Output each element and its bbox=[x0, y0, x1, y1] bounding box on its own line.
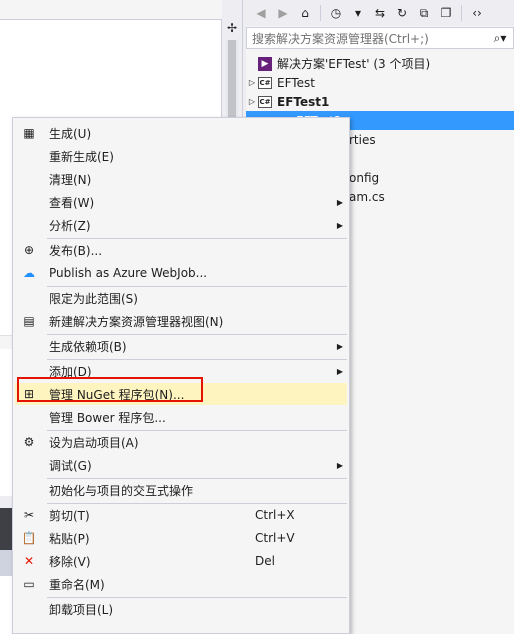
csharp-project-icon: C# bbox=[258, 95, 272, 108]
menu-item-label: 限定为此范围(S) bbox=[49, 291, 138, 306]
menu-item-label: 生成依赖项(B) bbox=[49, 339, 127, 354]
build-icon: ▦ bbox=[23, 126, 35, 140]
history-icon[interactable]: ◷ bbox=[327, 4, 345, 22]
menu-item[interactable]: ✕ 移除(V) Del bbox=[15, 550, 347, 572]
delete-x-icon: ✕ bbox=[23, 554, 35, 568]
project-context-menu: ▦ 生成(U) 重新生成(E) 清理(N) 查看(W) ▶ 分析(Z) ▶ ⊕ 发布(B)... ☁… bbox=[12, 117, 350, 634]
show-all-files-icon[interactable]: ❐ bbox=[437, 4, 455, 22]
menu-item[interactable]: ☁ Publish as Azure WebJob... bbox=[15, 262, 347, 284]
toolbar-separator bbox=[461, 5, 462, 21]
nuget-package-icon: ⊞ bbox=[23, 387, 35, 401]
menu-item-label: 发布(B)... bbox=[49, 243, 103, 258]
menu-item-label: 粘贴(P) bbox=[49, 531, 90, 546]
menu-item-label: 重新生成(E) bbox=[49, 149, 114, 164]
expand-icon[interactable]: ▷ bbox=[246, 97, 258, 106]
menu-item-shortcut: Ctrl+X bbox=[255, 508, 295, 522]
menu-item[interactable]: 分析(Z) ▶ bbox=[15, 214, 347, 236]
menu-item-label: Publish as Azure WebJob... bbox=[49, 266, 208, 280]
submenu-arrow-icon: ▶ bbox=[336, 220, 344, 230]
menu-item[interactable]: ⊞ 管理 NuGet 程序包(N)... bbox=[15, 383, 347, 405]
menu-item-label: 调试(G) bbox=[49, 458, 92, 473]
menu-item[interactable]: 重新生成(E) bbox=[15, 145, 347, 167]
submenu-arrow-icon: ▶ bbox=[336, 341, 344, 351]
submenu-arrow-icon: ▶ bbox=[336, 366, 344, 376]
publish-globe-icon: ⊕ bbox=[23, 243, 35, 257]
sync-icon[interactable]: ⇆ bbox=[371, 4, 389, 22]
forward-icon[interactable]: ▶ bbox=[274, 4, 292, 22]
new-view-icon: ▤ bbox=[23, 314, 35, 328]
menu-item-label: 清理(N) bbox=[49, 172, 92, 187]
project-node-eftest[interactable]: ▷ C# EFTest bbox=[246, 73, 514, 92]
menu-item[interactable]: ⊕ 发布(B)... bbox=[15, 239, 347, 261]
menu-item-label: 卸载项目(L) bbox=[49, 602, 114, 617]
menu-item-label: 新建解决方案资源管理器视图(N) bbox=[49, 314, 224, 329]
menu-item[interactable]: 添加(D) ▶ bbox=[15, 360, 347, 382]
editor-tab-strip bbox=[0, 0, 222, 20]
solution-label: 解决方案'EFTest' (3 个项目) bbox=[277, 57, 431, 71]
menu-item[interactable]: 生成依赖项(B) ▶ bbox=[15, 335, 347, 357]
menu-item[interactable]: 管理 Bower 程序包... bbox=[15, 406, 347, 428]
menu-item[interactable]: 限定为此范围(S) bbox=[15, 287, 347, 309]
project-label: EFTest1 bbox=[277, 94, 330, 109]
menu-item[interactable]: 查看(W) ▶ bbox=[15, 191, 347, 213]
solution-explorer-toolbar: ◀ ▶ ⌂ ◷ ▾ ⇆ ↻ ⧉ ❐ ‹› bbox=[246, 0, 514, 26]
menu-item-label: 设为启动项目(A) bbox=[49, 435, 139, 450]
split-arrows-icon[interactable]: ✢ bbox=[225, 20, 239, 36]
menu-item-label: 查看(W) bbox=[49, 195, 95, 210]
menu-item[interactable]: ✂ 剪切(T) Ctrl+X bbox=[15, 504, 347, 526]
menu-item[interactable]: 初始化与项目的交互式操作 bbox=[15, 479, 347, 501]
menu-item[interactable]: 清理(N) bbox=[15, 168, 347, 190]
menu-item-label: 管理 Bower 程序包... bbox=[49, 410, 166, 425]
csharp-project-icon: C# bbox=[258, 76, 272, 89]
menu-item[interactable]: 📋 粘贴(P) Ctrl+V bbox=[15, 527, 347, 549]
paste-icon: 📋 bbox=[21, 531, 37, 545]
toolbar-separator bbox=[320, 5, 321, 21]
code-view-icon[interactable]: ‹› bbox=[468, 4, 486, 22]
menu-item-label: 移除(V) bbox=[49, 554, 91, 569]
menu-item[interactable]: ▦ 生成(U) bbox=[15, 122, 347, 144]
back-icon[interactable]: ◀ bbox=[252, 4, 270, 22]
project-node-eftest1[interactable]: ▷ C# EFTest1 bbox=[246, 92, 514, 111]
project-label: EFTest bbox=[277, 75, 315, 90]
solution-node[interactable]: ▶ 解决方案'EFTest' (3 个项目) bbox=[246, 54, 514, 73]
submenu-arrow-icon: ▶ bbox=[336, 197, 344, 207]
search-icon[interactable]: ⌕▾ bbox=[487, 31, 513, 46]
menu-item[interactable]: ▭ 重命名(M) bbox=[15, 573, 347, 595]
menu-item-label: 管理 NuGet 程序包(N)... bbox=[49, 387, 185, 402]
search-placeholder: 搜索解决方案资源管理器(Ctrl+;) bbox=[252, 31, 429, 46]
menu-item-shortcut: Ctrl+V bbox=[255, 531, 295, 545]
scissors-icon: ✂ bbox=[23, 508, 35, 522]
menu-item-label: 添加(D) bbox=[49, 364, 92, 379]
menu-item-shortcut: Del bbox=[255, 554, 275, 568]
menu-item[interactable]: ▤ 新建解决方案资源管理器视图(N) bbox=[15, 310, 347, 332]
gear-icon: ⚙ bbox=[23, 435, 35, 449]
submenu-arrow-icon: ▶ bbox=[336, 460, 344, 470]
menu-item-label: 剪切(T) bbox=[49, 508, 90, 523]
home-icon[interactable]: ⌂ bbox=[296, 4, 314, 22]
menu-item[interactable]: 卸载项目(L) bbox=[15, 598, 347, 620]
solution-search-box[interactable]: 搜索解决方案资源管理器(Ctrl+;) ⌕▾ bbox=[246, 27, 514, 49]
menu-item-label: 初始化与项目的交互式操作 bbox=[49, 483, 194, 498]
menu-item[interactable]: 调试(G) ▶ bbox=[15, 454, 347, 476]
menu-item-label: 分析(Z) bbox=[49, 218, 91, 233]
solution-icon: ▶ bbox=[258, 56, 272, 71]
expand-icon[interactable]: ▷ bbox=[246, 78, 258, 87]
collapse-all-icon[interactable]: ⧉ bbox=[415, 4, 433, 22]
dropdown-arrow-icon[interactable]: ▾ bbox=[349, 4, 367, 22]
azure-cloud-icon: ☁ bbox=[23, 266, 35, 280]
rename-icon: ▭ bbox=[23, 577, 35, 591]
menu-item-label: 生成(U) bbox=[49, 126, 92, 141]
menu-item-label: 重命名(M) bbox=[49, 577, 105, 592]
menu-item[interactable]: ⚙ 设为启动项目(A) bbox=[15, 431, 347, 453]
refresh-icon[interactable]: ↻ bbox=[393, 4, 411, 22]
